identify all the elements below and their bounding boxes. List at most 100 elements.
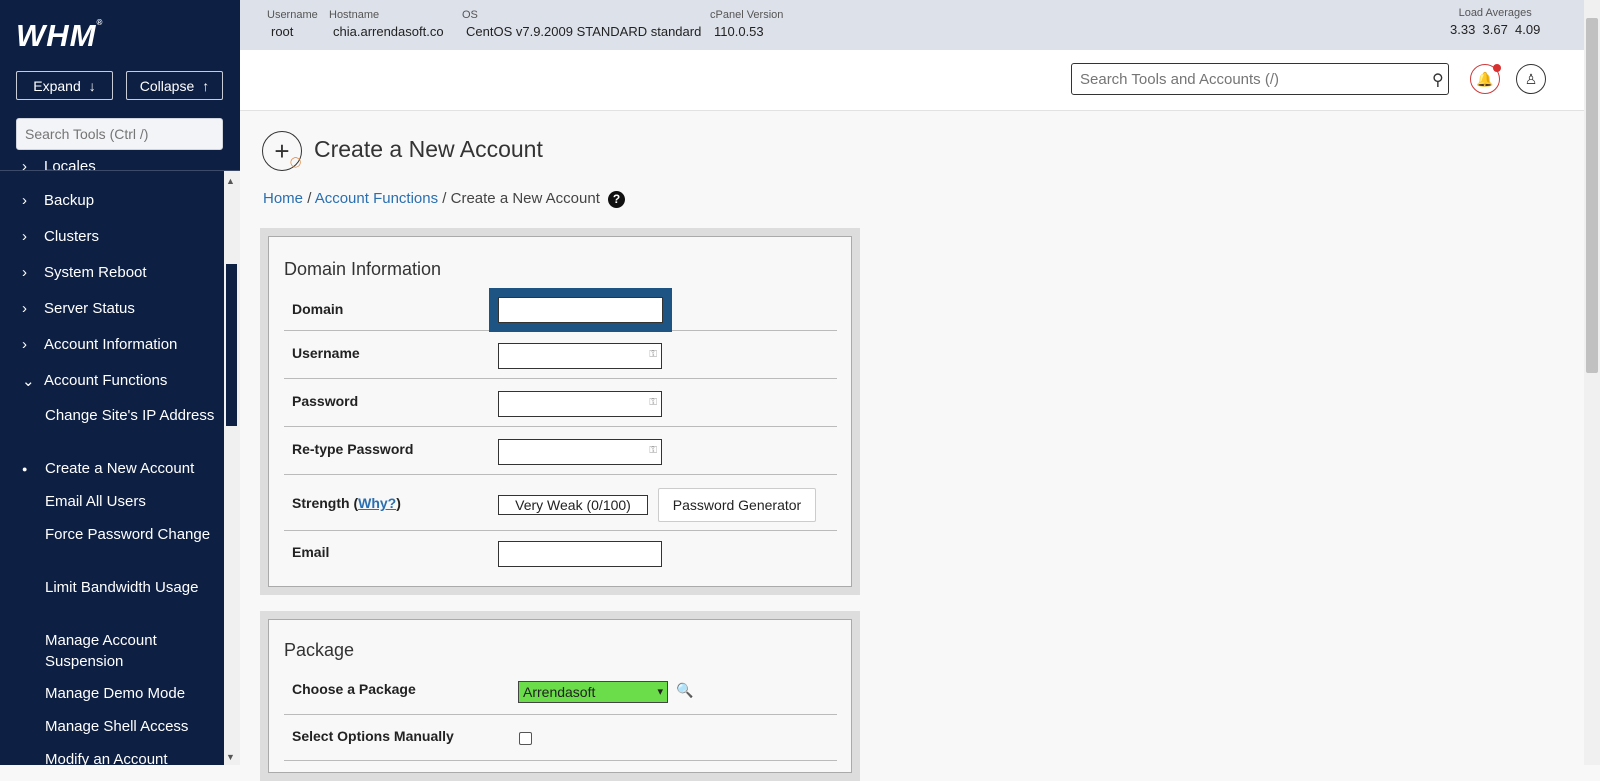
sidebar: WHM® Expand ↓ Collapse ↑ › Locales › Bac…	[0, 0, 240, 765]
scroll-down-icon[interactable]: ▼	[226, 752, 235, 762]
sidebar-subitem-change-ip[interactable]: Change Site's IP Address	[45, 405, 220, 426]
os-info-value: CentOS v7.9.2009 STANDARD standard	[466, 24, 702, 39]
sidebar-search-input[interactable]	[16, 118, 223, 150]
sidebar-subitem-demo-mode[interactable]: Manage Demo Mode	[45, 683, 220, 704]
retype-password-input[interactable]: ⚿	[498, 439, 662, 465]
password-row: Password ⚿	[284, 378, 837, 427]
cpanel-info-value: 110.0.53	[714, 24, 764, 39]
sidebar-divider	[0, 170, 240, 171]
domain-input[interactable]	[498, 297, 663, 323]
os-info-label: OS	[462, 9, 478, 21]
select-options-row: Select Options Manually	[284, 714, 837, 761]
package-details-search-icon[interactable]: 🔍	[676, 682, 693, 699]
domain-information-panel: Domain Information Domain Username ⚿ Pas…	[260, 228, 860, 595]
breadcrumb-current: Create a New Account	[450, 190, 600, 207]
username-info: Username root	[267, 9, 318, 39]
retype-password-row: Re-type Password ⚿	[284, 426, 837, 475]
sidebar-subitem-account-suspension[interactable]: Manage Account Suspension	[45, 630, 220, 672]
chevron-right-icon: ›	[22, 300, 27, 317]
top-header: ⚲ 🔔 ♙	[240, 50, 1584, 111]
load-averages-value: 3.33 3.67 4.09	[1450, 22, 1541, 37]
strength-label-text: Strength (	[292, 495, 359, 511]
breadcrumb: Home / Account Functions / Create a New …	[263, 190, 626, 208]
select-options-label: Select Options Manually	[292, 728, 454, 744]
page-scrollbar-thumb[interactable]	[1586, 18, 1598, 373]
sidebar-item-label: Clusters	[44, 228, 100, 245]
chevron-down-icon: ⌄	[22, 373, 35, 390]
strength-label: Strength (Why?)	[292, 495, 401, 511]
sidebar-item-label: Account Information	[44, 336, 178, 353]
choose-package-label: Choose a Package	[292, 681, 416, 697]
domain-focus-ring	[489, 288, 672, 332]
username-input[interactable]: ⚿	[498, 343, 662, 369]
autofill-key-icon[interactable]: ⚿	[649, 445, 657, 456]
sidebar-subitem-modify-account[interactable]: Modify an Account	[45, 749, 220, 765]
sidebar-scrollbar-thumb[interactable]	[226, 264, 237, 426]
sidebar-item-label: Locales	[44, 158, 96, 175]
hostname-info-label: Hostname	[329, 9, 380, 21]
expand-label: Expand	[33, 77, 81, 94]
why-link[interactable]: Why?	[358, 495, 396, 511]
arrow-up-icon: ↑	[202, 77, 210, 94]
package-body: Package Choose a Package Arrendasoft ▾ 🔍…	[268, 619, 852, 773]
domain-label: Domain	[292, 301, 344, 317]
expand-button[interactable]: Expand ↓	[16, 71, 113, 100]
strength-label-close: )	[396, 495, 401, 511]
notification-badge	[1493, 64, 1501, 72]
sidebar-item-label: Server Status	[44, 300, 135, 317]
sidebar-item-label: Backup	[44, 192, 95, 209]
password-generator-button[interactable]: Password Generator	[658, 488, 816, 522]
chevron-right-icon: ›	[22, 228, 27, 245]
sidebar-subitem-limit-bandwidth[interactable]: Limit Bandwidth Usage	[45, 577, 220, 598]
hostname-info-value: chia.arrendasoft.co	[333, 24, 444, 39]
sidebar-subitem-shell-access[interactable]: Manage Shell Access	[45, 716, 220, 737]
retype-password-label: Re-type Password	[292, 441, 414, 457]
breadcrumb-account-functions[interactable]: Account Functions	[315, 190, 438, 207]
load-averages-label: Load Averages	[1458, 7, 1532, 19]
hostname-info: Hostname chia.arrendasoft.co	[329, 9, 444, 39]
breadcrumb-home[interactable]: Home	[263, 190, 303, 207]
sidebar-subitem-force-password-change[interactable]: Force Password Change	[45, 524, 220, 545]
sidebar-item-label: Account Functions	[44, 372, 168, 389]
choose-package-row: Choose a Package Arrendasoft ▾ 🔍	[284, 668, 837, 715]
search-icon[interactable]: ⚲	[1432, 70, 1444, 90]
breadcrumb-separator: /	[307, 190, 312, 207]
server-info-bar: Username root Hostname chia.arrendasoft.…	[240, 0, 1584, 50]
autofill-key-icon[interactable]: ⚿	[649, 397, 657, 408]
sidebar-subitem-email-all-users[interactable]: Email All Users	[45, 491, 220, 512]
package-panel: Package Choose a Package Arrendasoft ▾ 🔍…	[260, 611, 860, 781]
user-badge-icon: ◯	[290, 157, 302, 168]
page-title: Create a New Account	[314, 136, 543, 162]
select-options-checkbox[interactable]	[519, 732, 532, 745]
collapse-button[interactable]: Collapse ↑	[126, 71, 223, 100]
chevron-down-icon: ▾	[657, 686, 663, 698]
breadcrumb-separator: /	[442, 190, 447, 207]
user-profile-icon[interactable]: ♙	[1516, 64, 1546, 94]
package-title: Package	[284, 640, 355, 660]
scroll-up-icon[interactable]: ▲	[226, 176, 235, 186]
chevron-right-icon: ›	[22, 192, 27, 209]
autofill-key-icon[interactable]: ⚿	[649, 349, 657, 360]
password-label: Password	[292, 393, 359, 409]
chevron-right-icon: ›	[22, 158, 27, 175]
email-label: Email	[292, 544, 330, 560]
active-bullet-icon: ●	[22, 464, 28, 474]
username-info-value: root	[271, 24, 294, 39]
cpanel-info: cPanel Version 110.0.53	[710, 9, 783, 39]
username-row: Username ⚿	[284, 330, 837, 379]
cpanel-info-label: cPanel Version	[710, 9, 784, 21]
package-select-value: Arrendasoft	[523, 684, 596, 700]
domain-information-body: Domain Information Domain Username ⚿ Pas…	[268, 236, 852, 587]
chevron-right-icon: ›	[22, 264, 27, 281]
package-select[interactable]: Arrendasoft ▾	[518, 681, 668, 703]
help-icon[interactable]: ?	[608, 190, 626, 208]
username-info-label: Username	[267, 9, 318, 21]
sidebar-scrollbar[interactable]	[224, 171, 240, 765]
whm-logo[interactable]: WHM®	[16, 18, 103, 54]
global-search-input[interactable]	[1071, 63, 1449, 95]
sidebar-subitem-create-account[interactable]: Create a New Account	[45, 458, 220, 479]
username-label: Username	[292, 345, 360, 361]
arrow-down-icon: ↓	[88, 77, 96, 94]
email-input[interactable]	[498, 541, 662, 567]
password-input[interactable]: ⚿	[498, 391, 662, 417]
